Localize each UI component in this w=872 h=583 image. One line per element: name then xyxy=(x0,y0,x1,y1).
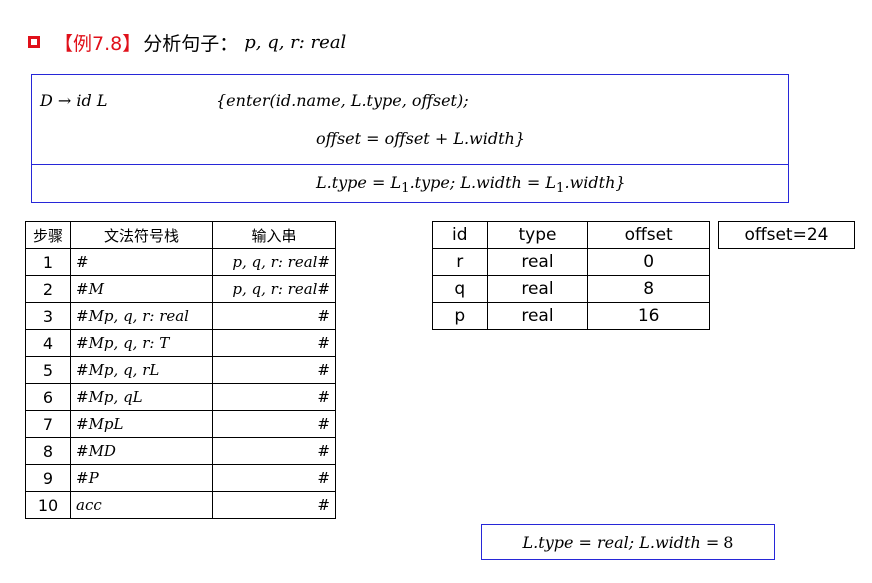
table-row: 5 #Mp, q, rL # xyxy=(25,356,336,384)
translation-rule-box: D → id L {enter(id.name, L.type, offset)… xyxy=(31,74,789,203)
header-id: id xyxy=(432,221,488,249)
offset-cell: 0 xyxy=(587,248,710,276)
table-row: 4 #Mp, q, r: T # xyxy=(25,329,336,357)
type-cell: real xyxy=(486,248,589,276)
step-cell: 5 xyxy=(25,356,71,384)
action-line-3: L.type = L1.type; L.width = L1.width} xyxy=(316,173,626,197)
type-cell: real xyxy=(486,302,589,330)
header-input: 输入串 xyxy=(212,221,336,249)
step-cell: 2 xyxy=(25,275,71,303)
stack-cell: #Mp, q, rL xyxy=(70,356,213,384)
input-cell: # xyxy=(212,329,336,357)
stack-cell: # xyxy=(70,248,213,276)
header-stack: 文法符号栈 xyxy=(70,221,213,249)
step-cell: 1 xyxy=(25,248,71,276)
stack-cell: acc xyxy=(70,491,213,519)
attribute-result-box: L.type = real; L.width = 8 xyxy=(481,524,775,560)
table-row: 6 #Mp, qL # xyxy=(25,383,336,411)
result-expression: L.type = real; L.width = xyxy=(522,532,720,552)
action-line-2: offset = offset + L.width} xyxy=(316,129,525,148)
table-row: 9 #P # xyxy=(25,464,336,492)
header-step: 步骤 xyxy=(25,221,71,249)
title-sentence: p, q, r: real xyxy=(244,31,347,53)
header-offset: offset xyxy=(587,221,710,249)
step-cell: 7 xyxy=(25,410,71,438)
type-cell: real xyxy=(486,275,589,303)
offset-cell: 8 xyxy=(587,275,710,303)
table-header-row: 步骤 文法符号栈 输入串 xyxy=(25,221,336,249)
offset-cell: 16 xyxy=(587,302,710,330)
id-cell: r xyxy=(432,248,488,276)
table-row: 10 acc # xyxy=(25,491,336,519)
stack-cell: #M xyxy=(70,275,213,303)
step-cell: 6 xyxy=(25,383,71,411)
stack-cell: #P xyxy=(70,464,213,492)
action-line-1: {enter(id.name, L.type, offset); xyxy=(216,91,469,110)
input-cell: # xyxy=(212,491,336,519)
offset-value-box: offset=24 xyxy=(718,221,855,249)
step-cell: 8 xyxy=(25,437,71,465)
table-row: 2 #M p, q, r: real# xyxy=(25,275,336,303)
input-cell: # xyxy=(212,302,336,330)
stack-cell: #Mp, q, r: T xyxy=(70,329,213,357)
input-cell: p, q, r: real# xyxy=(212,248,336,276)
table-row: 8 #MD # xyxy=(25,437,336,465)
table-row: q real 8 xyxy=(432,275,710,303)
title-text: 分析句子： xyxy=(143,32,239,55)
input-cell: # xyxy=(212,410,336,438)
id-cell: p xyxy=(432,302,488,330)
rule-divider xyxy=(32,164,788,165)
step-cell: 10 xyxy=(25,491,71,519)
table-row: r real 0 xyxy=(432,248,710,276)
input-cell: # xyxy=(212,464,336,492)
stack-cell: #MpL xyxy=(70,410,213,438)
input-cell: # xyxy=(212,356,336,384)
stack-cell: #MD xyxy=(70,437,213,465)
example-title: 【例7.8】 分析句子： p, q, r: real xyxy=(28,26,346,58)
square-bullet-icon xyxy=(28,36,40,48)
step-cell: 4 xyxy=(25,329,71,357)
input-cell: # xyxy=(212,437,336,465)
header-type: type xyxy=(486,221,589,249)
table-row: 7 #MpL # xyxy=(25,410,336,438)
stack-cell: #Mp, q, r: real xyxy=(70,302,213,330)
table-header-row: id type offset xyxy=(432,221,710,249)
step-cell: 3 xyxy=(25,302,71,330)
symbol-table: id type offset r real 0 q real 8 p real 16 xyxy=(432,221,710,330)
input-cell: p, q, r: real# xyxy=(212,275,336,303)
example-tag: 【例7.8】 xyxy=(54,32,142,55)
step-cell: 9 xyxy=(25,464,71,492)
production: D → id L xyxy=(40,91,108,110)
table-row: 3 #Mp, q, r: real # xyxy=(25,302,336,330)
result-width-value: 8 xyxy=(723,532,734,552)
table-row: p real 16 xyxy=(432,302,710,330)
id-cell: q xyxy=(432,275,488,303)
table-row: 1 # p, q, r: real# xyxy=(25,248,336,276)
input-cell: # xyxy=(212,383,336,411)
stack-cell: #Mp, qL xyxy=(70,383,213,411)
parse-steps-table: 步骤 文法符号栈 输入串 1 # p, q, r: real# 2 #M p, q, r… xyxy=(25,221,336,519)
